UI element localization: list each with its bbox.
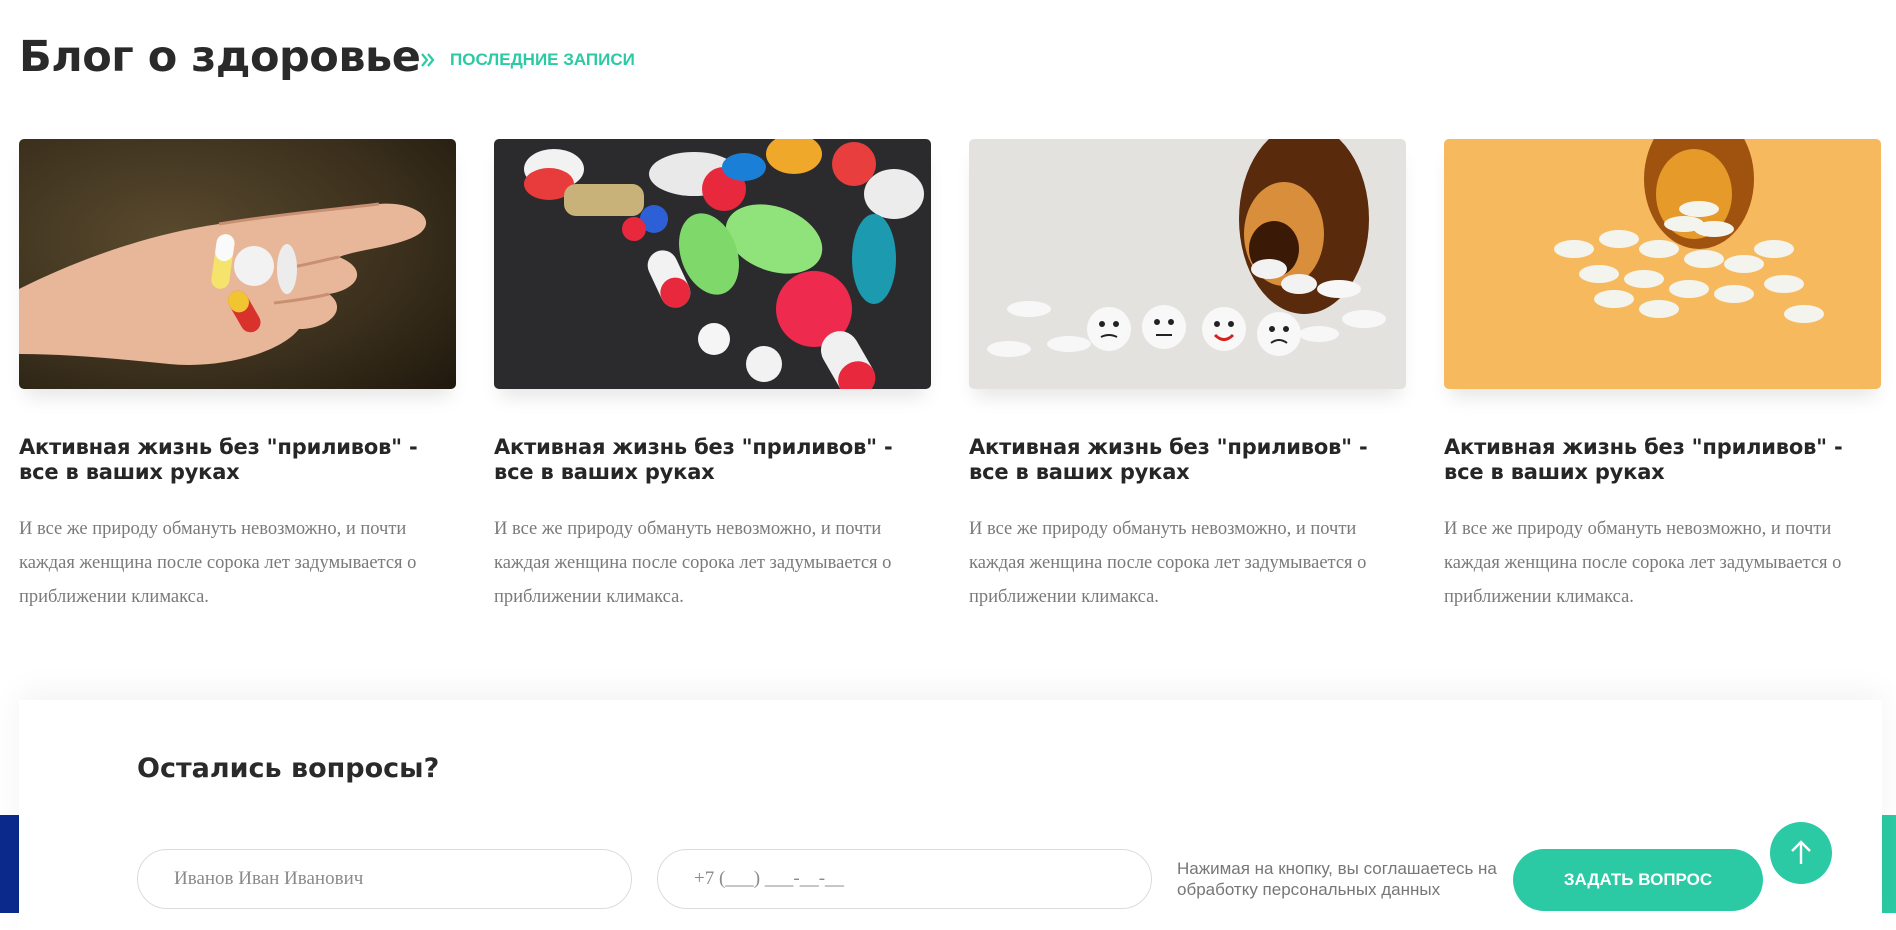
blog-card[interactable]: Активная жизнь без "приливов" - все в ва…	[19, 139, 456, 614]
footer-band-right	[1882, 815, 1896, 913]
page-title: Блог о здоровье	[19, 32, 421, 82]
ask-question-button[interactable]: ЗАДАТЬ ВОПРОС	[1513, 849, 1763, 911]
consent-text: Нажимая на кнопку, вы соглашаетесь на об…	[1177, 859, 1497, 899]
post-excerpt: И все же природу обмануть невозможно, и …	[19, 519, 417, 607]
blog-card[interactable]: Активная жизнь без "приливов" - все в ва…	[1444, 139, 1881, 614]
post-image-colorful-pills[interactable]	[494, 139, 931, 389]
latest-posts-link[interactable]: ПОСЛЕДНИЕ ЗАПИСИ	[420, 50, 635, 70]
post-image-hand-with-pills[interactable]	[19, 139, 456, 389]
latest-posts-label: ПОСЛЕДНИЕ ЗАПИСИ	[450, 50, 635, 69]
blog-card[interactable]: Активная жизнь без "приливов" - все в ва…	[969, 139, 1406, 614]
post-image-pills-with-faces[interactable]	[969, 139, 1406, 389]
post-excerpt: И все же природу обмануть невозможно, и …	[494, 519, 892, 607]
blog-card[interactable]: Активная жизнь без "приливов" - все в ва…	[494, 139, 931, 614]
post-image-pills-on-orange[interactable]	[1444, 139, 1881, 389]
phone-field[interactable]	[657, 849, 1152, 909]
post-title[interactable]: Активная жизнь без "приливов" - все в ва…	[19, 435, 456, 485]
post-title[interactable]: Активная жизнь без "приливов" - все в ва…	[1444, 435, 1881, 485]
post-excerpt: И все же природу обмануть невозможно, и …	[969, 519, 1367, 607]
scroll-to-top-button[interactable]	[1770, 822, 1832, 884]
double-chevron-right-icon	[421, 53, 435, 67]
footer-band-left	[0, 815, 19, 913]
post-title[interactable]: Активная жизнь без "приливов" - все в ва…	[969, 435, 1406, 485]
post-excerpt: И все же природу обмануть невозможно, и …	[1444, 519, 1842, 607]
arrow-up-icon	[1791, 840, 1811, 864]
question-form-title: Остались вопросы?	[137, 753, 440, 784]
post-title[interactable]: Активная жизнь без "приливов" - все в ва…	[494, 435, 931, 485]
name-field[interactable]	[137, 849, 632, 909]
